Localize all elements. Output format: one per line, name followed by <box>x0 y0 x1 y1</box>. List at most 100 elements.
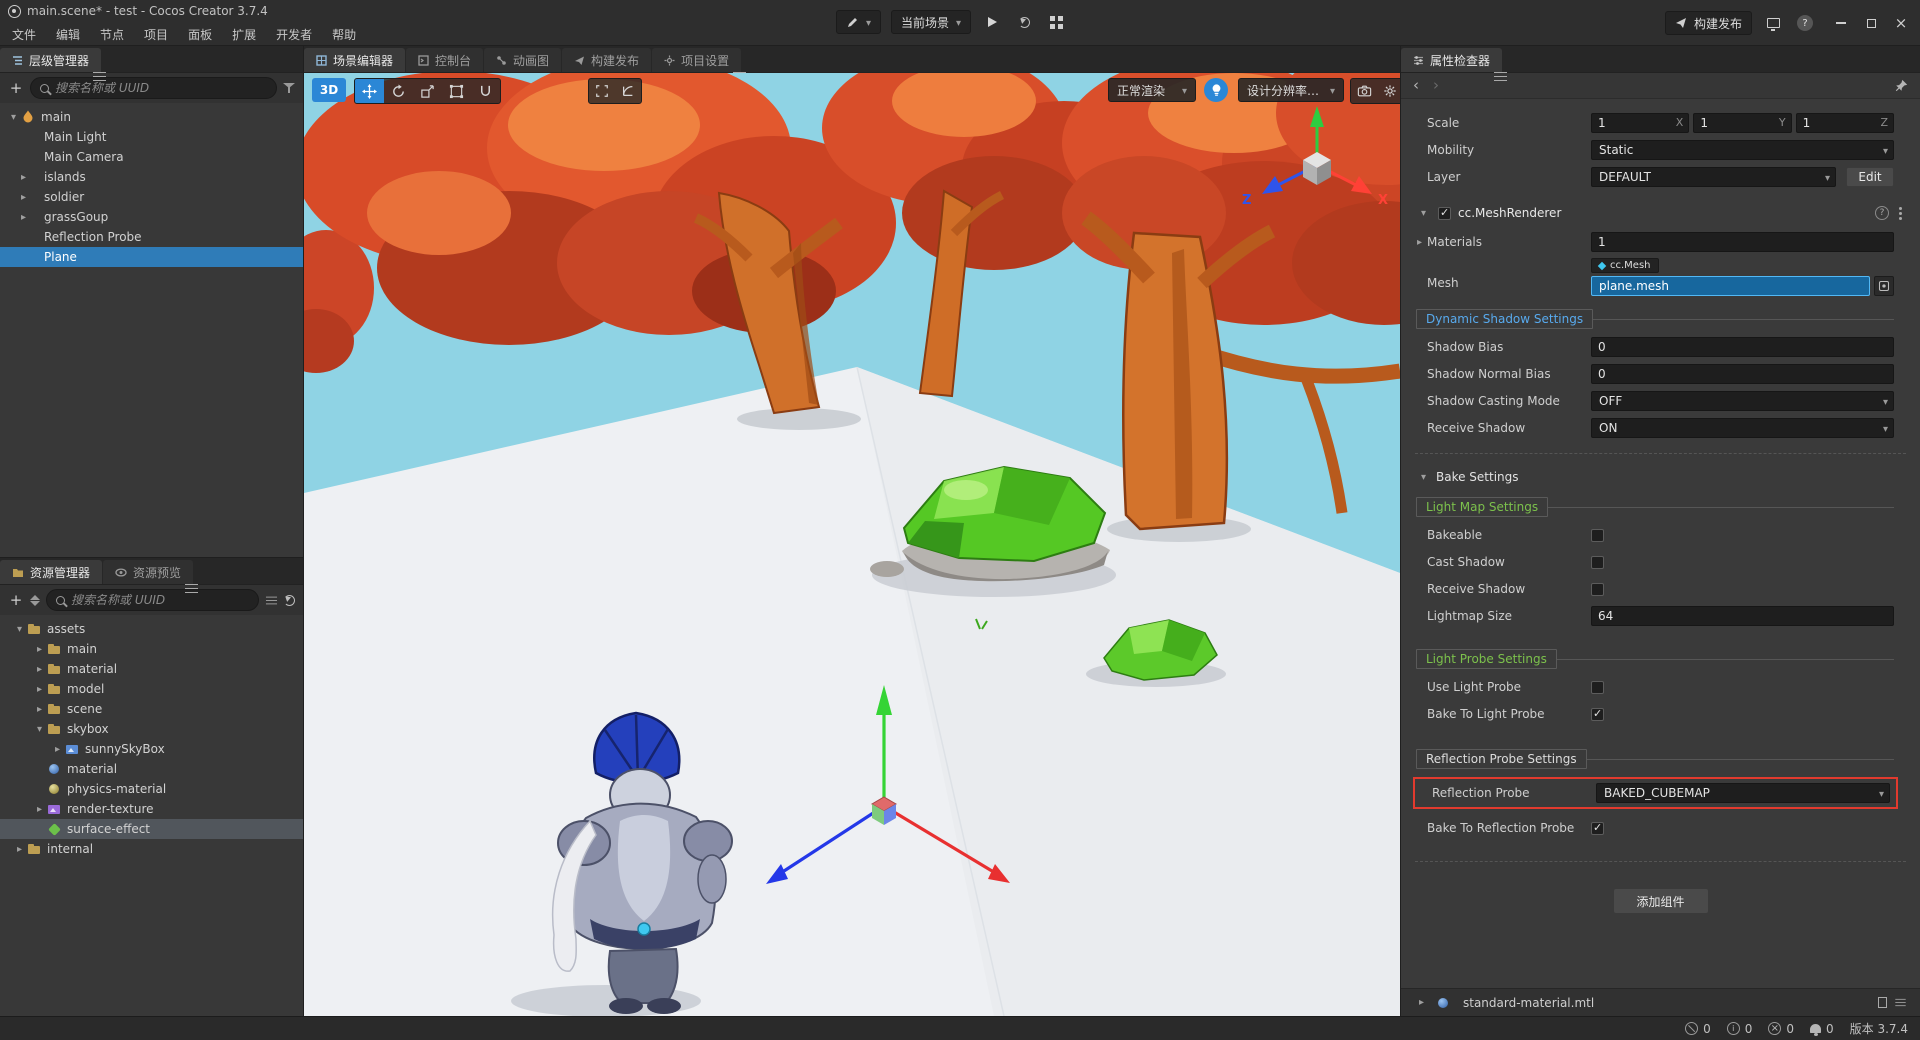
hierarchy-node-main-light[interactable]: Main Light <box>0 127 303 147</box>
material-footer[interactable]: standard-material.mtl <box>1401 988 1920 1016</box>
rect-tool-button[interactable] <box>442 79 471 103</box>
scene-viewport[interactable]: X Z 3D 正常渲染 ▾ 设计分辨率… ▾ <box>304 73 1400 1016</box>
collapse-arrow-icon[interactable] <box>1416 472 1431 483</box>
help-icon[interactable]: ? <box>1875 206 1889 220</box>
menu-project[interactable]: 项目 <box>134 24 178 45</box>
cast-shadow-checkbox[interactable] <box>1591 555 1604 569</box>
hierarchy-node-grassgoup[interactable]: grassGoup <box>0 207 303 227</box>
use-light-probe-checkbox[interactable] <box>1591 680 1604 694</box>
notification-counter[interactable]: 0 <box>1810 1022 1834 1036</box>
layout-grid-button[interactable] <box>1045 11 1067 33</box>
menu-extension[interactable]: 扩展 <box>222 24 266 45</box>
menu-developer[interactable]: 开发者 <box>266 24 322 45</box>
asset-row-main[interactable]: main <box>0 639 303 659</box>
reflection-probe-select[interactable]: BAKED_CUBEMAP <box>1596 783 1890 803</box>
hierarchy-menu-icon[interactable] <box>93 72 107 81</box>
mesh-renderer-header[interactable]: cc.MeshRenderer ? <box>1401 200 1920 226</box>
bake-to-light-probe-checkbox[interactable] <box>1591 707 1604 721</box>
tab-scene-editor[interactable]: 场景编辑器 <box>304 48 406 72</box>
add-component-button[interactable]: 添加组件 <box>1612 888 1709 914</box>
pin-icon[interactable] <box>1895 79 1908 92</box>
collapse-arrow-icon[interactable] <box>12 624 27 635</box>
build-publish-button[interactable]: 构建发布 <box>1664 11 1752 35</box>
mobility-select[interactable]: Static <box>1591 140 1894 160</box>
hierarchy-node-soldier[interactable]: soldier <box>0 187 303 207</box>
scale-x-input[interactable] <box>1591 113 1690 133</box>
assets-menu-icon[interactable] <box>185 584 199 593</box>
inspector-menu-icon[interactable] <box>1494 72 1508 81</box>
hierarchy-search-input[interactable] <box>55 81 267 95</box>
expand-arrow-icon[interactable] <box>32 644 47 655</box>
tab-animation-graph[interactable]: 动画图 <box>484 48 562 72</box>
restart-button[interactable] <box>1013 11 1035 33</box>
add-node-button[interactable]: + <box>8 79 24 97</box>
scale-y-input[interactable] <box>1693 113 1792 133</box>
layer-edit-button[interactable]: Edit <box>1846 167 1894 187</box>
gizmo-space-button[interactable] <box>471 79 500 103</box>
expand-arrow-icon[interactable] <box>32 664 47 675</box>
sort-icon[interactable] <box>30 594 40 606</box>
expand-arrow-icon[interactable] <box>32 684 47 695</box>
design-resolution-dropdown[interactable]: 设计分辨率… <box>1238 78 1344 102</box>
asset-row-sunnyskybox[interactable]: sunnySkyBox <box>0 739 303 759</box>
receive-shadow-select[interactable]: ON <box>1591 418 1894 438</box>
expand-arrow-icon[interactable] <box>32 704 47 715</box>
shadow-normal-bias-input[interactable] <box>1591 364 1894 384</box>
tab-hierarchy[interactable]: 层级管理器 <box>0 48 102 72</box>
lighting-toggle-button[interactable] <box>1204 78 1228 102</box>
scale-tool-button[interactable] <box>413 79 442 103</box>
hierarchy-node-reflection-probe[interactable]: Reflection Probe <box>0 227 303 247</box>
asset-row-material-folder[interactable]: material <box>0 659 303 679</box>
rotate-snap-button[interactable] <box>615 79 641 103</box>
menu-edit[interactable]: 编辑 <box>46 24 90 45</box>
collapse-arrow-icon[interactable] <box>1416 208 1431 219</box>
materials-count-input[interactable] <box>1591 232 1894 252</box>
expand-arrow-icon[interactable] <box>16 212 31 223</box>
tab-assets-manager[interactable]: 资源管理器 <box>0 560 103 584</box>
shadow-casting-select[interactable]: OFF <box>1591 391 1894 411</box>
hierarchy-node-main-camera[interactable]: Main Camera <box>0 147 303 167</box>
hierarchy-node-islands[interactable]: islands <box>0 167 303 187</box>
bake-settings-header[interactable]: Bake Settings <box>1416 470 1894 484</box>
hierarchy-node-main[interactable]: main <box>0 107 303 127</box>
mesh-asset-field[interactable]: plane.mesh <box>1591 276 1870 296</box>
close-button[interactable] <box>1886 10 1916 36</box>
dashboard-button[interactable] <box>1762 12 1784 34</box>
asset-row-surface-effect[interactable]: surface-effect <box>0 819 303 839</box>
collapse-arrow-icon[interactable] <box>32 724 47 735</box>
expand-arrow-icon[interactable] <box>1412 237 1427 248</box>
expand-arrow-icon[interactable] <box>16 192 31 203</box>
tab-inspector[interactable]: 属性检查器 <box>1401 48 1503 72</box>
menu-file[interactable]: 文件 <box>2 24 46 45</box>
expand-arrow-icon[interactable] <box>32 804 47 815</box>
asset-row-skybox[interactable]: skybox <box>0 719 303 739</box>
expand-arrow-icon[interactable] <box>16 172 31 183</box>
expand-arrow-icon[interactable] <box>1414 997 1429 1008</box>
camera-button[interactable] <box>1351 79 1377 103</box>
hierarchy-node-plane[interactable]: Plane <box>0 247 303 267</box>
bake-to-reflection-probe-checkbox[interactable] <box>1591 821 1604 835</box>
more-options-icon[interactable] <box>1899 211 1902 215</box>
asset-row-model[interactable]: model <box>0 679 303 699</box>
menu-node[interactable]: 节点 <box>90 24 134 45</box>
nav-forward-button[interactable]: › <box>1433 78 1439 93</box>
add-asset-button[interactable]: + <box>8 591 24 609</box>
nav-back-button[interactable]: ‹ <box>1413 78 1419 93</box>
copy-icon[interactable] <box>1878 994 1892 1008</box>
hierarchy-search-box[interactable] <box>30 77 277 99</box>
expand-arrow-icon[interactable] <box>12 844 27 855</box>
current-scene-dropdown[interactable]: 当前场景 <box>891 10 972 34</box>
tab-console[interactable]: 控制台 <box>406 48 484 72</box>
asset-row-assets[interactable]: assets <box>0 619 303 639</box>
bakeable-checkbox[interactable] <box>1591 528 1604 542</box>
log-counter[interactable]: 0 <box>1685 1022 1711 1036</box>
3d-mode-button[interactable]: 3D <box>312 78 346 102</box>
viewport-settings-button[interactable] <box>1377 79 1400 103</box>
menu-panel[interactable]: 面板 <box>178 24 222 45</box>
move-tool-button[interactable] <box>355 79 384 103</box>
platform-dropdown[interactable] <box>836 10 882 34</box>
menu-help[interactable]: 帮助 <box>322 24 366 45</box>
layer-select[interactable]: DEFAULT <box>1591 167 1836 187</box>
help-button[interactable] <box>1794 12 1816 34</box>
material-menu-icon[interactable] <box>1895 998 1906 1007</box>
